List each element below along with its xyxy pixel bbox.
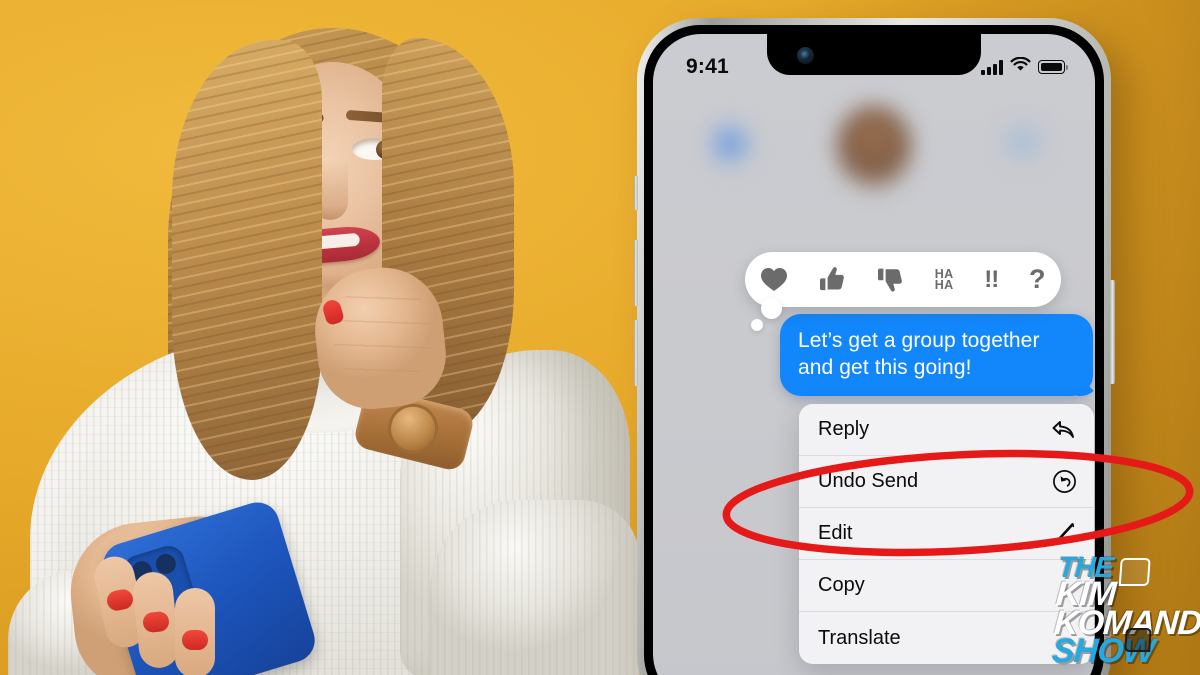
sweater-sleeve-right — [430, 500, 640, 675]
iphone-device: 9:41 HA HA !! ? Let’s get a group togeth… — [633, 18, 1115, 675]
undo-circle-icon — [1052, 469, 1077, 494]
battery-icon — [1038, 60, 1068, 74]
tapback-reaction-bar[interactable]: HA HA !! ? — [745, 252, 1061, 307]
wifi-icon — [1010, 56, 1031, 77]
hair-strands-left — [172, 40, 322, 480]
menu-item-label: Copy — [818, 574, 865, 596]
reaction-bar-tail-small — [751, 319, 763, 331]
menu-item-undo-send[interactable]: Undo Send — [799, 456, 1094, 508]
watch-face — [382, 398, 444, 460]
menu-item-copy[interactable]: Copy — [799, 560, 1094, 612]
cellular-bars-icon — [981, 59, 1003, 75]
haha-icon[interactable]: HA HA — [935, 268, 954, 291]
pencil-icon — [1052, 521, 1077, 546]
menu-item-reply[interactable]: Reply — [799, 404, 1094, 456]
reply-arrow-icon — [1051, 419, 1077, 441]
double-exclamation-icon[interactable]: !! — [984, 266, 999, 294]
thumbs-up-icon[interactable] — [819, 266, 846, 293]
video-call-icon — [999, 122, 1047, 162]
menu-item-label: Reply — [818, 418, 870, 440]
menu-item-label: Translate — [818, 626, 901, 649]
notch — [767, 34, 981, 75]
fingernail — [182, 630, 208, 650]
heart-icon[interactable] — [760, 267, 788, 292]
mute-switch[interactable] — [633, 176, 638, 210]
chevron-left-icon — [708, 122, 752, 166]
volume-up-button[interactable] — [633, 240, 638, 306]
menu-item-label: Edit — [818, 522, 853, 544]
speech-bubble-mark-icon-secondary — [1124, 628, 1152, 652]
finger-lines — [328, 274, 437, 393]
screenshot-stage: 9:41 HA HA !! ? Let’s get a group togeth… — [0, 0, 1200, 675]
hair-front-left — [172, 40, 322, 480]
thumbs-down-icon[interactable] — [877, 266, 904, 293]
question-mark-icon[interactable]: ? — [1029, 264, 1046, 295]
front-camera-icon — [797, 47, 814, 64]
message-context-menu: Reply Undo Send Edit Copy Translate — [799, 404, 1094, 664]
photo-woman-thinking — [0, 0, 640, 675]
speech-bubble-mark-icon — [1118, 558, 1151, 586]
blurred-conversation-header — [653, 92, 1095, 222]
reaction-bar-tail-large — [761, 298, 782, 319]
knit-texture-sleeve-right — [430, 500, 640, 675]
kim-komando-show-logo: THE KIM KOMANDO SHOW — [1051, 552, 1200, 670]
status-indicators — [981, 56, 1068, 77]
status-time: 9:41 — [686, 55, 729, 78]
power-button[interactable] — [1110, 280, 1115, 384]
menu-item-translate[interactable]: Translate — [799, 612, 1094, 664]
phone-screen: 9:41 HA HA !! ? Let’s get a group togeth… — [653, 34, 1095, 675]
message-bubble-outgoing[interactable]: Let’s get a group together and get this … — [780, 314, 1093, 396]
volume-down-button[interactable] — [633, 320, 638, 386]
device-bezel: 9:41 HA HA !! ? Let’s get a group togeth… — [644, 25, 1104, 675]
menu-item-label: Undo Send — [818, 470, 919, 492]
menu-item-edit[interactable]: Edit — [799, 508, 1094, 560]
avatar — [837, 106, 911, 188]
